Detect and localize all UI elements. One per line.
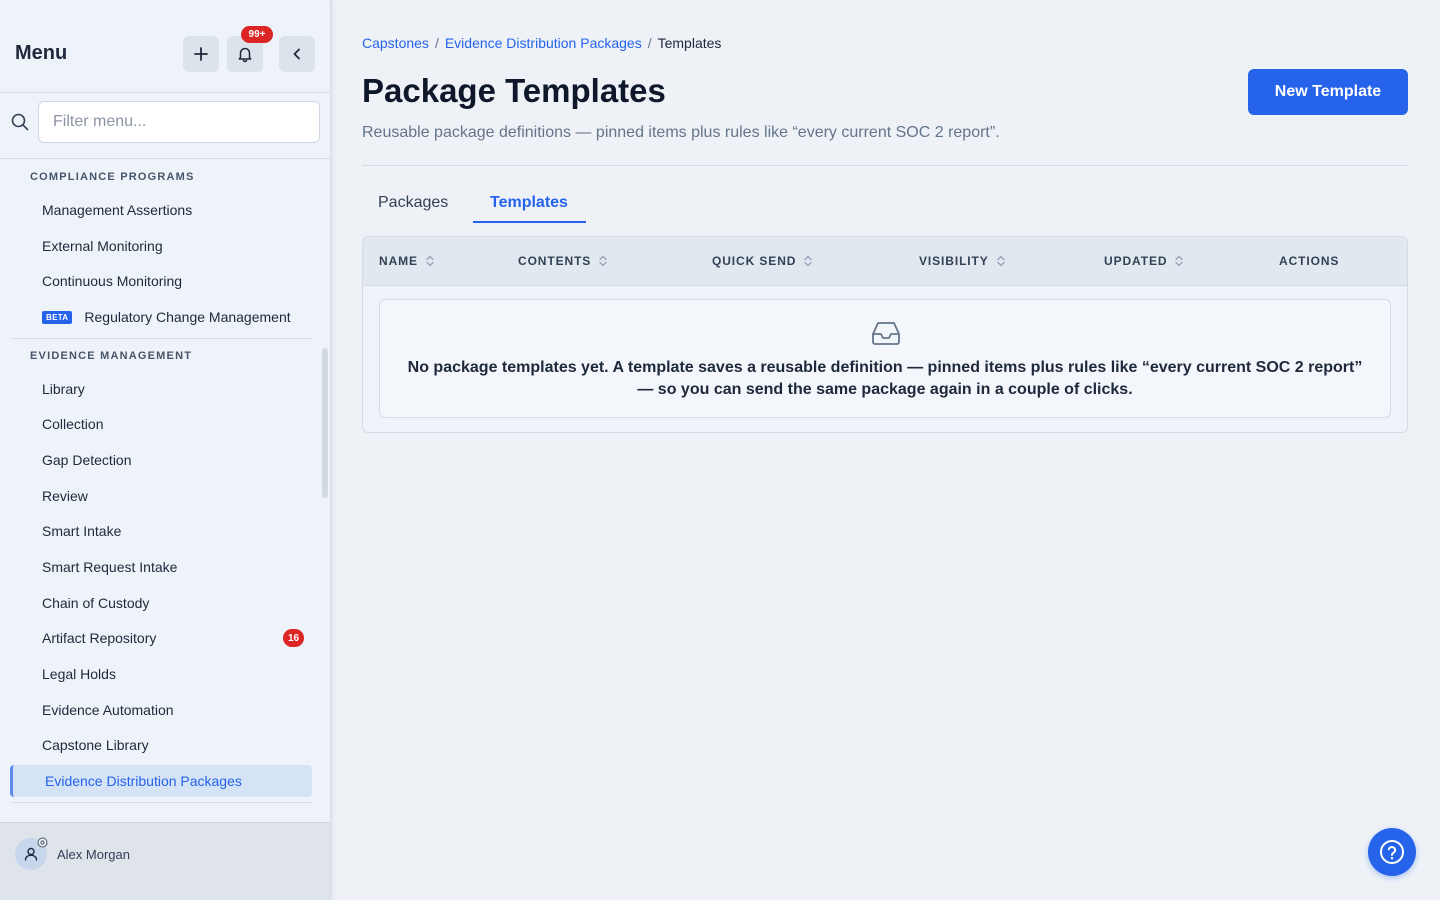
- breadcrumb-link-evidence-distribution-packages[interactable]: Evidence Distribution Packages: [445, 35, 642, 51]
- new-template-button[interactable]: New Template: [1248, 69, 1408, 115]
- column-label: CONTENTS: [518, 254, 592, 268]
- breadcrumb-current: Templates: [657, 35, 722, 51]
- sidebar-item-chain-of-custody[interactable]: Chain of Custody: [42, 595, 149, 611]
- user-footer[interactable]: Alex Morgan: [0, 822, 330, 900]
- empty-state: No package templates yet. A template sav…: [379, 299, 1391, 418]
- tab-templates[interactable]: Templates: [490, 194, 568, 212]
- breadcrumb-link-capstones[interactable]: Capstones: [362, 35, 429, 51]
- beta-badge: BETA: [42, 311, 73, 324]
- chevron-left-icon: [293, 48, 300, 60]
- sidebar-item-collection[interactable]: Collection: [42, 416, 103, 432]
- section-divider: [10, 338, 312, 339]
- sidebar-item-management-assertions[interactable]: Management Assertions: [42, 202, 192, 218]
- sidebar-item-library[interactable]: Library: [42, 381, 85, 397]
- gear-icon: [37, 837, 48, 848]
- page-title: Package Templates: [362, 72, 666, 109]
- breadcrumb-separator: /: [434, 35, 439, 51]
- sidebar: Menu 99+ COMPLIANCE PROGRAMS: [0, 0, 331, 900]
- column-label: UPDATED: [1104, 254, 1168, 268]
- search-icon: [11, 113, 29, 131]
- sidebar-item-label: Regulatory Change Management: [84, 309, 291, 325]
- tab-packages[interactable]: Packages: [378, 194, 448, 212]
- sidebar-item-smart-request-intake[interactable]: Smart Request Intake: [42, 559, 177, 575]
- page-subtitle: Reusable package definitions — pinned it…: [362, 124, 1000, 141]
- plus-icon: [194, 47, 208, 61]
- active-tab-indicator: [473, 221, 586, 223]
- sort-icon: [1175, 255, 1184, 267]
- sidebar-item-review[interactable]: Review: [42, 488, 88, 504]
- breadcrumb: Capstones / Evidence Distribution Packages…: [362, 35, 721, 51]
- breadcrumb-separator: /: [647, 35, 652, 51]
- sidebar-item-legal-holds[interactable]: Legal Holds: [42, 666, 116, 682]
- column-header-actions: ACTIONS: [1279, 254, 1339, 268]
- column-header-name[interactable]: NAME: [379, 254, 434, 268]
- bell-icon: [238, 47, 252, 63]
- templates-table: NAME CONTENTS QUICK SEND VISIBILITY UPDA…: [362, 236, 1408, 433]
- artifact-repository-count-badge: 16: [283, 629, 304, 647]
- sidebar-item-evidence-distribution-packages[interactable]: Evidence Distribution Packages: [10, 765, 312, 797]
- column-label: NAME: [379, 254, 418, 268]
- add-button[interactable]: [183, 36, 219, 72]
- collapse-sidebar-button[interactable]: [279, 36, 315, 72]
- sort-icon: [426, 255, 434, 267]
- notifications-button[interactable]: 99+: [227, 26, 273, 72]
- section-heading-compliance-programs: COMPLIANCE PROGRAMS: [30, 171, 195, 183]
- sidebar-header: Menu 99+: [0, 0, 330, 93]
- inbox-icon: [872, 322, 900, 345]
- column-header-updated[interactable]: UPDATED: [1104, 254, 1184, 268]
- sidebar-item-artifact-repository[interactable]: Artifact Repository: [42, 630, 156, 646]
- sidebar-scrollbar[interactable]: [322, 348, 328, 498]
- section-divider: [10, 802, 312, 803]
- sidebar-title: Menu: [15, 42, 68, 64]
- section-heading-evidence-management: EVIDENCE MANAGEMENT: [30, 350, 193, 362]
- sidebar-item-continuous-monitoring[interactable]: Continuous Monitoring: [42, 273, 182, 289]
- sidebar-nav: COMPLIANCE PROGRAMS Management Assertion…: [0, 158, 330, 822]
- sidebar-item-smart-intake[interactable]: Smart Intake: [42, 523, 121, 539]
- header-divider: [362, 165, 1408, 166]
- empty-state-message: No package templates yet. A template sav…: [407, 359, 1363, 398]
- column-label: ACTIONS: [1279, 254, 1340, 268]
- avatar[interactable]: [15, 837, 48, 870]
- column-label: QUICK SEND: [712, 254, 797, 268]
- column-label: VISIBILITY: [919, 254, 989, 268]
- main-content: Capstones / Evidence Distribution Packages…: [331, 0, 1440, 900]
- column-header-visibility[interactable]: VISIBILITY: [919, 254, 1005, 268]
- column-header-contents[interactable]: CONTENTS: [518, 254, 607, 268]
- sidebar-item-evidence-automation[interactable]: Evidence Automation: [42, 702, 174, 718]
- help-icon: [1380, 840, 1404, 864]
- user-icon: [24, 847, 38, 861]
- sort-icon: [997, 255, 1005, 267]
- notifications-badge: 99+: [241, 26, 273, 43]
- column-header-quick-send[interactable]: QUICK SEND: [712, 254, 812, 268]
- sidebar-item-gap-detection[interactable]: Gap Detection: [42, 452, 132, 468]
- table-header: NAME CONTENTS QUICK SEND VISIBILITY UPDA…: [363, 237, 1407, 286]
- sidebar-item-regulatory-change-management[interactable]: BETA Regulatory Change Management: [42, 309, 291, 325]
- sidebar-item-capstone-library[interactable]: Capstone Library: [42, 737, 149, 753]
- sort-icon: [599, 255, 607, 267]
- filter-menu-input[interactable]: [38, 101, 320, 143]
- user-name: Alex Morgan: [57, 847, 130, 862]
- sort-icon: [804, 255, 812, 267]
- help-button[interactable]: [1368, 828, 1416, 876]
- filter-menu: [0, 93, 330, 151]
- sidebar-item-external-monitoring[interactable]: External Monitoring: [42, 238, 163, 254]
